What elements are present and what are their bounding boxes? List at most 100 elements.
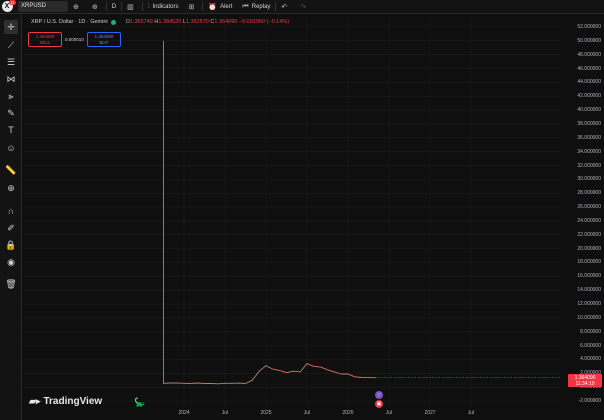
symbol-search-input[interactable]: XRPUSD: [18, 1, 68, 12]
price-tick-label: 22.000000: [577, 231, 601, 238]
change-value: −0.001960 (−0.14%): [238, 19, 290, 25]
remove-drawings-tool[interactable]: 🗑: [4, 277, 18, 291]
indicators-label: Indicators: [152, 3, 179, 10]
add-symbol-button[interactable]: ⊕: [87, 0, 106, 14]
templates-button[interactable]: ⊞: [183, 0, 202, 14]
price-tick-label: -2.000000: [578, 398, 601, 404]
alert-label: Alert: [220, 3, 233, 10]
zoom-tool[interactable]: ⊕: [4, 181, 18, 195]
trend-line-tool[interactable]: ⟋: [4, 38, 18, 52]
price-tick-label: 44.000000: [577, 79, 601, 86]
fib-retracement-icon: ☰: [6, 56, 16, 67]
chart-type-button[interactable]: ▥: [122, 0, 142, 14]
stay-drawing-tool[interactable]: ✐: [4, 221, 18, 235]
data-point: [210, 382, 212, 385]
data-point: [367, 376, 370, 379]
time-tick-label: Jul: [303, 410, 311, 416]
price-tick-label: 18.000000: [577, 259, 601, 266]
replay-label: Replay: [251, 3, 271, 10]
fib-tool[interactable]: ☰: [4, 55, 18, 69]
tradingview-mark-icon: ▰▸: [29, 396, 41, 406]
hide-drawings-tool[interactable]: ◉: [4, 255, 18, 269]
crosshair-tool[interactable]: ✛: [4, 20, 18, 34]
trend-line-icon: ⟋: [7, 39, 15, 50]
data-point: [326, 369, 329, 371]
data-point: [203, 382, 206, 385]
lock-icon: 🔒: [5, 239, 17, 250]
account-avatar[interactable]: X 11: [0, 0, 16, 14]
replay-button[interactable]: ⏮ Replay: [237, 0, 275, 14]
indicators-button[interactable]: ⫶ Indicators: [143, 0, 184, 14]
price-tick-label: 20.000000: [577, 245, 601, 252]
pattern-icon: ⋈: [6, 73, 16, 84]
measure-tool[interactable]: 📏: [4, 163, 18, 177]
sell-button[interactable]: 1.364080 SELL: [28, 32, 62, 47]
ohlc-values: O1.365740 H1.384520 L1.362570 C1.364090 …: [125, 19, 290, 25]
tradingview-logo[interactable]: ▰▸ TradingView: [29, 396, 102, 407]
data-point: [197, 382, 199, 384]
time-tick-label: Jul: [467, 410, 475, 416]
price-tick-label: 38.000000: [577, 120, 601, 127]
alarm-icon: ⏰: [208, 3, 218, 11]
alert-button[interactable]: ⏰ Alert: [203, 0, 237, 14]
undo-button[interactable]: ↶: [276, 0, 295, 14]
data-point: [279, 369, 281, 372]
data-point: [272, 368, 274, 370]
event-marker[interactable]: ↑: [375, 391, 383, 399]
data-point: [217, 383, 219, 385]
emoji-tool[interactable]: ☺: [4, 141, 18, 155]
price-tick-label: 4.000000: [580, 356, 601, 363]
time-tick-label: Jul: [221, 410, 229, 416]
brush-tool[interactable]: ✎: [4, 106, 18, 120]
redo-button[interactable]: ↷: [295, 0, 314, 14]
magnet-tool[interactable]: ∩: [4, 204, 18, 218]
close-value: 1.364090: [214, 19, 238, 25]
open-value: 1.365740: [129, 19, 153, 25]
data-point: [258, 370, 260, 372]
pattern-tool[interactable]: ⋈: [4, 72, 18, 86]
price-tick-label: 10.000000: [577, 314, 601, 321]
price-tick-label: 52.000000: [577, 24, 601, 30]
data-point: [251, 379, 253, 381]
indicators-icon: ⫶: [147, 2, 150, 10]
time-tick-label: Jul: [385, 410, 393, 416]
time-axis[interactable]: 2024 Jul 2025 Jul 2026 Jul 2027 Jul: [23, 408, 560, 420]
time-tick-label: 2027: [424, 410, 436, 416]
lock-drawings-tool[interactable]: 🔒: [4, 238, 18, 252]
forecast-tool[interactable]: ⫸: [4, 89, 18, 103]
price-tick-label: 12.000000: [577, 301, 601, 308]
news-marker[interactable]: ▣: [375, 400, 383, 408]
chart-legend: XRP / U.S. Dollar · 1D · Gemini O1.36574…: [31, 19, 289, 25]
forecast-icon: ⫸: [8, 90, 14, 101]
current-price-tag: 1.364090 11:34:10: [568, 374, 602, 387]
brand-name: TradingView: [43, 396, 103, 407]
text-tool[interactable]: T: [4, 123, 18, 137]
low-value: 1.362570: [185, 19, 209, 25]
compare-button[interactable]: ⊕: [68, 0, 87, 14]
data-point: [340, 373, 342, 375]
data-point: [361, 376, 363, 379]
compare-icon: ⊕: [73, 3, 79, 11]
buy-label: BUY: [99, 40, 109, 45]
price-axis[interactable]: 52.000000 50.000000 48.000000 46.000000 44.0…: [560, 15, 604, 407]
data-point: [285, 372, 288, 374]
buy-button[interactable]: 1.364090 BUY: [87, 32, 121, 47]
symbol-title[interactable]: XRP / U.S. Dollar · 1D · Gemini: [31, 19, 108, 25]
replay-icon: ⏮: [242, 2, 249, 10]
price-tick-label: 46.000000: [577, 65, 601, 72]
price-tick-label: 40.000000: [577, 107, 601, 114]
data-point: [265, 365, 267, 367]
event-icon: ↑: [377, 392, 381, 398]
price-tick-label: 6.000000: [580, 342, 601, 349]
brush-icon: ✎: [7, 107, 15, 118]
eye-icon: ◉: [7, 256, 15, 267]
price-tick-label: 28.000000: [577, 190, 601, 197]
data-point: [176, 382, 178, 384]
text-icon: T: [8, 125, 14, 135]
high-value: 1.384520: [158, 19, 182, 25]
data-point: [238, 382, 240, 384]
interval-button[interactable]: D: [107, 0, 121, 14]
data-point: [354, 376, 356, 378]
price-chart[interactable]: [23, 15, 560, 407]
data-point: [313, 365, 315, 367]
